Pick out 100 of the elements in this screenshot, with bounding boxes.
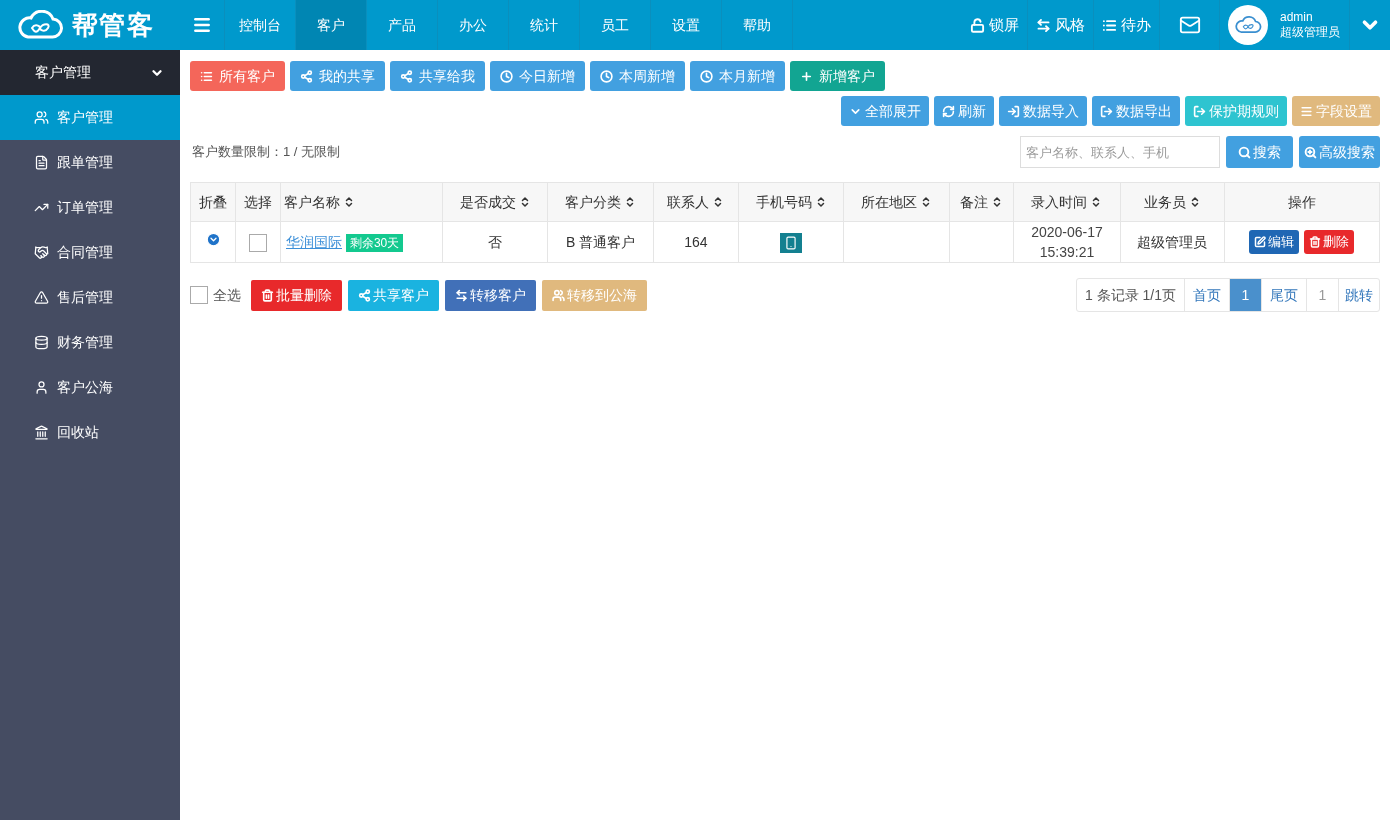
zoom-in-icon (1304, 145, 1317, 159)
tool-button[interactable]: 数据导出 (1092, 96, 1180, 126)
table-cell: B 普通客户 (547, 221, 654, 263)
sidebar-group-header[interactable]: 客户管理 (0, 50, 180, 95)
column-header: 选择 (235, 182, 281, 222)
users-icon (552, 288, 565, 302)
customer-name-link[interactable]: 华润国际 (286, 233, 342, 250)
user-icon (34, 380, 49, 395)
sidebar-item[interactable]: 客户公海 (0, 365, 180, 410)
menu-icon (192, 15, 212, 35)
import-icon (1007, 104, 1020, 118)
share-icon (300, 69, 313, 83)
nav-tab[interactable]: 设置 (651, 0, 722, 50)
table-cell: 超级管理员 (1120, 221, 1225, 263)
column-header[interactable]: 客户分类 (547, 182, 654, 222)
nav-tab[interactable]: 办公 (438, 0, 509, 50)
sort-icon (343, 196, 355, 208)
nav-tab[interactable]: 统计 (509, 0, 580, 50)
logo-text: 帮管客 (72, 8, 154, 42)
select-all-label: 全选 (213, 285, 241, 305)
nav-tab[interactable]: 员工 (580, 0, 651, 50)
nav-tab[interactable]: 帮助 (722, 0, 793, 50)
bulk-action-button[interactable]: 转移客户 (445, 279, 536, 311)
days-left-badge: 剩余30天 (345, 233, 404, 252)
search-button[interactable]: 搜索 (1226, 136, 1293, 168)
last-page-link[interactable]: 尾页 (1262, 279, 1307, 311)
export-icon (1193, 104, 1206, 118)
tool-button[interactable]: 数据导入 (999, 96, 1087, 126)
column-header[interactable]: 手机号码 (738, 182, 844, 222)
plus-icon (800, 69, 813, 83)
filter-button[interactable]: 我的共享 (290, 61, 385, 91)
page-link[interactable]: 1 (1230, 279, 1262, 311)
nav-tab[interactable]: 产品 (367, 0, 438, 50)
clock-icon (500, 69, 513, 83)
sidebar-item[interactable]: 订单管理 (0, 185, 180, 230)
user-name: admin (1280, 10, 1314, 25)
bulk-action-button[interactable]: 批量删除 (251, 279, 342, 311)
jump-link[interactable]: 跳转 (1339, 279, 1379, 311)
tool-button[interactable]: 刷新 (934, 96, 994, 126)
column-header[interactable]: 所在地区 (843, 182, 950, 222)
record-count: 1 条记录 1/1页 (1076, 279, 1185, 311)
bulk-action-button[interactable]: 转移到公海 (542, 279, 647, 311)
users-icon (34, 110, 49, 125)
avatar[interactable] (1228, 5, 1268, 45)
clock-icon (600, 69, 613, 83)
list-icon (200, 69, 213, 83)
nav-tab[interactable]: 客户 (296, 0, 367, 50)
toolbar-button[interactable]: 风格 (1028, 0, 1094, 50)
cloud-logo-icon (16, 10, 64, 40)
lock-icon (970, 17, 985, 33)
search-icon (1238, 145, 1251, 159)
edit-button[interactable]: 编辑 (1249, 230, 1300, 254)
column-header[interactable]: 联系人 (653, 182, 739, 222)
sidebar-item[interactable]: 跟单管理 (0, 140, 180, 185)
sidebar-item[interactable]: 售后管理 (0, 275, 180, 320)
filter-button[interactable]: 所有客户 (190, 61, 285, 91)
table-cell-text: 2020-06-17 15:39:21 (1031, 223, 1103, 262)
column-header: 操作 (1224, 182, 1380, 222)
column-header[interactable]: 备注 (949, 182, 1014, 222)
column-header[interactable]: 客户名称 (280, 182, 443, 222)
select-all-checkbox[interactable] (190, 286, 208, 304)
column-header[interactable]: 业务员 (1120, 182, 1225, 222)
list-icon (1102, 17, 1117, 33)
toolbar-button[interactable]: 锁屏 (962, 0, 1028, 50)
bulk-action-button[interactable]: 共享客户 (348, 279, 439, 311)
table-cell: 164 (653, 221, 739, 263)
tool-button[interactable]: 全部展开 (841, 96, 929, 126)
toolbar-button[interactable]: 待办 (1094, 0, 1160, 50)
sidebar-item[interactable]: 合同管理 (0, 230, 180, 275)
export-icon (1100, 104, 1113, 118)
filter-button[interactable]: 新增客户 (790, 61, 885, 91)
database-icon (34, 335, 49, 350)
column-header[interactable]: 是否成交 (442, 182, 548, 222)
filter-button[interactable]: 本周新增 (590, 61, 685, 91)
expand-toggle[interactable] (205, 231, 221, 247)
cloud-logo-icon (1234, 16, 1262, 34)
filter-button[interactable]: 今日新增 (490, 61, 585, 91)
phone-icon[interactable] (780, 232, 803, 253)
document-icon (34, 155, 49, 170)
column-header: 折叠 (190, 182, 236, 222)
delete-button[interactable]: 删除 (1304, 230, 1355, 254)
column-header[interactable]: 录入时间 (1013, 182, 1121, 222)
sidebar-item[interactable]: 财务管理 (0, 320, 180, 365)
trash-icon (261, 288, 274, 302)
mail-icon (1178, 14, 1201, 36)
page-number-field[interactable]: 1 (1307, 279, 1339, 311)
edit-icon (1254, 236, 1267, 248)
menu-icon (1300, 104, 1313, 118)
advanced-search-button[interactable]: 高级搜索 (1299, 136, 1380, 168)
row-checkbox[interactable] (249, 233, 267, 252)
search-field[interactable]: 客户名称、联系人、手机 (1020, 136, 1220, 168)
tool-button[interactable]: 字段设置 (1292, 96, 1380, 126)
filter-button[interactable]: 本月新增 (690, 61, 785, 91)
refresh-icon (942, 104, 955, 118)
share-icon (400, 69, 413, 83)
sidebar-item[interactable]: 回收站 (0, 410, 180, 455)
tool-button[interactable]: 保护期规则 (1185, 96, 1287, 126)
user-role: 超级管理员 (1280, 25, 1340, 40)
sidebar-item[interactable]: 客户管理 (0, 95, 180, 140)
filter-button[interactable]: 共享给我 (390, 61, 485, 91)
